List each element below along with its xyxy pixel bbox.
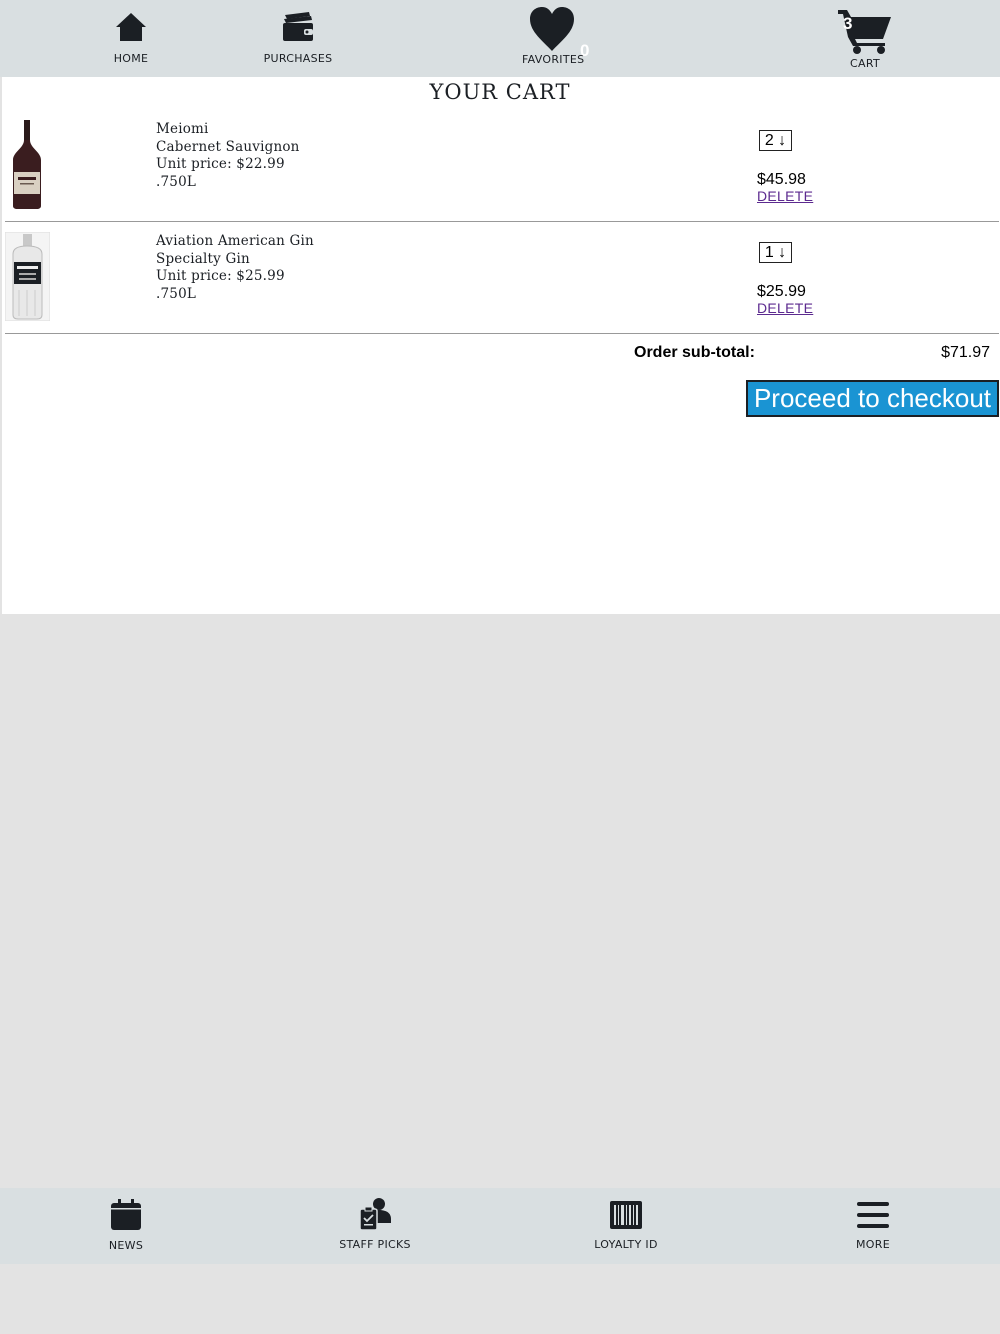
page-title: YOUR CART: [429, 80, 571, 104]
nav-cart-label: CART: [850, 57, 880, 70]
item-brand: Meiomi: [156, 121, 209, 137]
aviation-gin-bottle-image: [5, 232, 50, 321]
barcode-icon: [610, 1201, 642, 1229]
subtotal-value: $71.97: [941, 344, 990, 361]
cart-panel: [2, 77, 1000, 614]
cart-item-info: Meiomi Cabernet Sauvignon Unit price: $2…: [156, 121, 300, 191]
nav-news[interactable]: NEWS: [96, 1199, 156, 1252]
cart-item-info: Aviation American Gin Specialty Gin Unit…: [156, 233, 314, 303]
staff-picks-icon: [359, 1198, 391, 1231]
meiomi-bottle-image: [13, 120, 41, 209]
item-size: .750L: [156, 173, 197, 190]
nav-staff-picks-label: STAFF PICKS: [339, 1238, 411, 1251]
nav-home-label: HOME: [113, 52, 149, 65]
calendar-icon: [111, 1199, 141, 1230]
nav-loyalty-id-label: LOYALTY ID: [594, 1238, 658, 1251]
subtotal-label: Order sub-total:: [634, 344, 755, 361]
nav-more[interactable]: MORE: [843, 1201, 903, 1251]
divider: [5, 221, 999, 222]
nav-staff-picks[interactable]: STAFF PICKS: [334, 1197, 416, 1251]
top-nav: HOME PURCHASES FAVORITES 0 CART 3: [0, 0, 1000, 77]
nav-more-label: MORE: [856, 1238, 890, 1251]
nav-news-label: NEWS: [108, 1239, 144, 1252]
item-total-price: $25.99: [757, 283, 806, 300]
favorites-count-badge: 0: [580, 41, 590, 60]
nav-favorites[interactable]: FAVORITES: [522, 6, 585, 66]
menu-icon: [857, 1202, 889, 1228]
nav-purchases[interactable]: PURCHASES: [258, 11, 338, 65]
quantity-select[interactable]: 2 ↓: [759, 130, 792, 151]
nav-favorites-label: FAVORITES: [522, 53, 585, 66]
home-icon: [116, 13, 146, 41]
item-size: .750L: [156, 285, 197, 302]
bottom-nav: NEWS STAFF PICKS LOYALTY ID MORE: [0, 1188, 1000, 1264]
item-brand: Aviation American Gin: [156, 233, 314, 249]
divider: [5, 333, 999, 334]
item-unit-price: Unit price: $22.99: [156, 156, 285, 173]
checkout-button[interactable]: Proceed to checkout: [746, 380, 999, 417]
nav-loyalty-id[interactable]: LOYALTY ID: [585, 1200, 667, 1251]
delete-link[interactable]: DELETE: [757, 188, 813, 204]
nav-home[interactable]: HOME: [101, 11, 161, 65]
quantity-select[interactable]: 1 ↓: [759, 242, 792, 263]
item-unit-price: Unit price: $25.99: [156, 268, 285, 285]
item-type: Specialty Gin: [156, 250, 250, 267]
item-type: Cabernet Sauvignon: [156, 138, 300, 155]
delete-link[interactable]: DELETE: [757, 300, 813, 316]
wallet-icon: [283, 12, 313, 41]
nav-purchases-label: PURCHASES: [263, 52, 333, 65]
item-total-price: $45.98: [757, 171, 806, 188]
heart-icon: [530, 7, 574, 51]
cart-count-badge: 3: [843, 14, 853, 33]
